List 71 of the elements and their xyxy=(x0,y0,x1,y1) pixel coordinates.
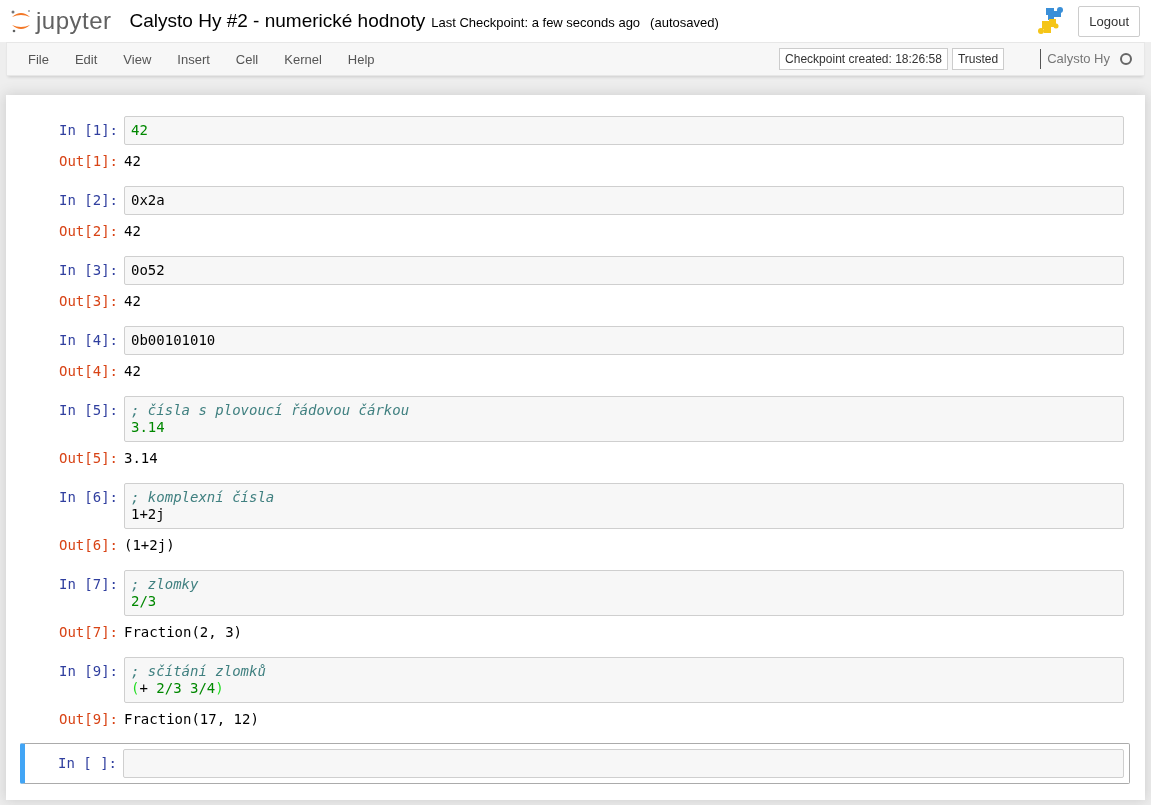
code-line: 1+2j xyxy=(131,506,166,523)
notebook-cell[interactable]: In [ ]: xyxy=(20,743,1130,784)
code-input[interactable]: 42 xyxy=(124,116,1124,145)
code-line: ; sčítání zlomků xyxy=(131,663,267,680)
output-text: 3.14 xyxy=(124,449,158,466)
input-prompt: In [1]: xyxy=(58,121,119,138)
code-line: (+ 2/3 3/4) xyxy=(131,680,225,697)
notebook-title[interactable]: Calysto Hy #2 - numerické hodnoty xyxy=(129,10,426,32)
code-input[interactable]: ; sčítání zlomků (+ 2/3 3/4) xyxy=(124,657,1124,703)
logout-button[interactable]: Logout xyxy=(1078,5,1140,37)
checkpoint-status: Last Checkpoint: a few seconds ago xyxy=(431,15,641,30)
code-line: 3.14 xyxy=(131,419,166,436)
kernel-name: Calysto Hy xyxy=(1040,49,1110,69)
logo-text[interactable]: jupyter xyxy=(36,7,112,35)
output-text: 42 xyxy=(124,362,141,379)
notification: Checkpoint created: 18:26:58 xyxy=(779,48,948,70)
notebook-cell[interactable]: In [6]: ; komplexní čísla 1+2j Out[6]: (1+2j) xyxy=(21,482,1130,554)
output-prompt: Out[9]: xyxy=(58,710,119,727)
code-input[interactable] xyxy=(123,749,1124,778)
code-input[interactable]: ; komplexní čísla 1+2j xyxy=(124,483,1124,529)
output-text: 42 xyxy=(124,292,141,309)
code-input[interactable]: 0o52 xyxy=(124,256,1124,285)
input-prompt: In [2]: xyxy=(58,191,119,208)
code-line: 0x2a xyxy=(131,192,166,209)
trusted-indicator[interactable]: Trusted xyxy=(951,48,1005,70)
code-line: 0b00101010 xyxy=(131,332,217,349)
input-prompt: In [ ]: xyxy=(57,754,118,771)
code-line: ; komplexní čísla xyxy=(131,489,276,506)
code-line: ; zlomky xyxy=(131,576,200,593)
output-prompt: Out[1]: xyxy=(58,152,119,169)
output-prompt: Out[4]: xyxy=(58,362,119,379)
output-text: 42 xyxy=(124,152,141,169)
code-input[interactable]: 0b00101010 xyxy=(124,326,1124,355)
notebook-cell[interactable]: In [3]: 0o52 Out[3]: 42 xyxy=(21,255,1130,310)
menu-item[interactable]: Edit xyxy=(61,51,111,67)
output-prompt: Out[5]: xyxy=(58,449,119,466)
input-prompt: In [3]: xyxy=(58,261,119,278)
output-text: Fraction(2, 3) xyxy=(124,623,242,640)
output-prompt: Out[7]: xyxy=(58,623,119,640)
output-prompt: Out[2]: xyxy=(58,222,119,239)
output-prompt: Out[6]: xyxy=(58,536,119,553)
notebook-cell[interactable]: In [2]: 0x2a Out[2]: 42 xyxy=(21,185,1130,240)
notebook-cell[interactable]: In [9]: ; sčítání zlomků (+ 2/3 3/4) Out[9]: Fraction(17, 12) xyxy=(21,656,1130,728)
code-line: 42 xyxy=(131,122,149,139)
input-prompt: In [7]: xyxy=(58,575,119,592)
code-line: ; čísla s plovoucí řádovou čárkou xyxy=(131,402,411,419)
input-prompt: In [4]: xyxy=(58,331,119,348)
output-text: Fraction(17, 12) xyxy=(124,710,259,727)
input-prompt: In [9]: xyxy=(58,662,119,679)
output-prompt: Out[3]: xyxy=(58,292,119,309)
notebook-cell[interactable]: In [4]: 0b00101010 Out[4]: 42 xyxy=(21,325,1130,380)
notebook-cell[interactable]: In [1]: 42 Out[1]: 42 xyxy=(21,115,1130,170)
logo-icon xyxy=(10,8,32,34)
notebook-cell[interactable]: In [5]: ; čísla s plovoucí řádovou čárkou 3.14 Out[5]: 3.14 xyxy=(21,395,1130,467)
menu-item[interactable]: Help xyxy=(334,51,388,67)
input-prompt: In [5]: xyxy=(58,401,119,418)
code-line: 2/3 xyxy=(131,593,158,610)
autosave-status: (autosaved) xyxy=(650,15,719,30)
code-input[interactable]: ; zlomky 2/3 xyxy=(124,570,1124,616)
code-input[interactable]: ; čísla s plovoucí řádovou čárkou 3.14 xyxy=(124,396,1124,442)
code-input[interactable]: 0x2a xyxy=(124,186,1124,215)
menu-item[interactable]: View xyxy=(110,51,165,67)
notebook-cell[interactable]: In [7]: ; zlomky 2/3 Out[7]: Fraction(2, 3) xyxy=(21,569,1130,641)
output-text: (1+2j) xyxy=(124,536,175,553)
menu-item[interactable]: File xyxy=(15,51,62,67)
code-line: 0o52 xyxy=(131,262,166,279)
output-text: 42 xyxy=(124,222,141,239)
menu-item[interactable]: Insert xyxy=(164,51,223,67)
menu-item[interactable]: Kernel xyxy=(271,51,335,67)
menu-item[interactable]: Cell xyxy=(222,51,272,67)
input-prompt: In [6]: xyxy=(58,488,119,505)
